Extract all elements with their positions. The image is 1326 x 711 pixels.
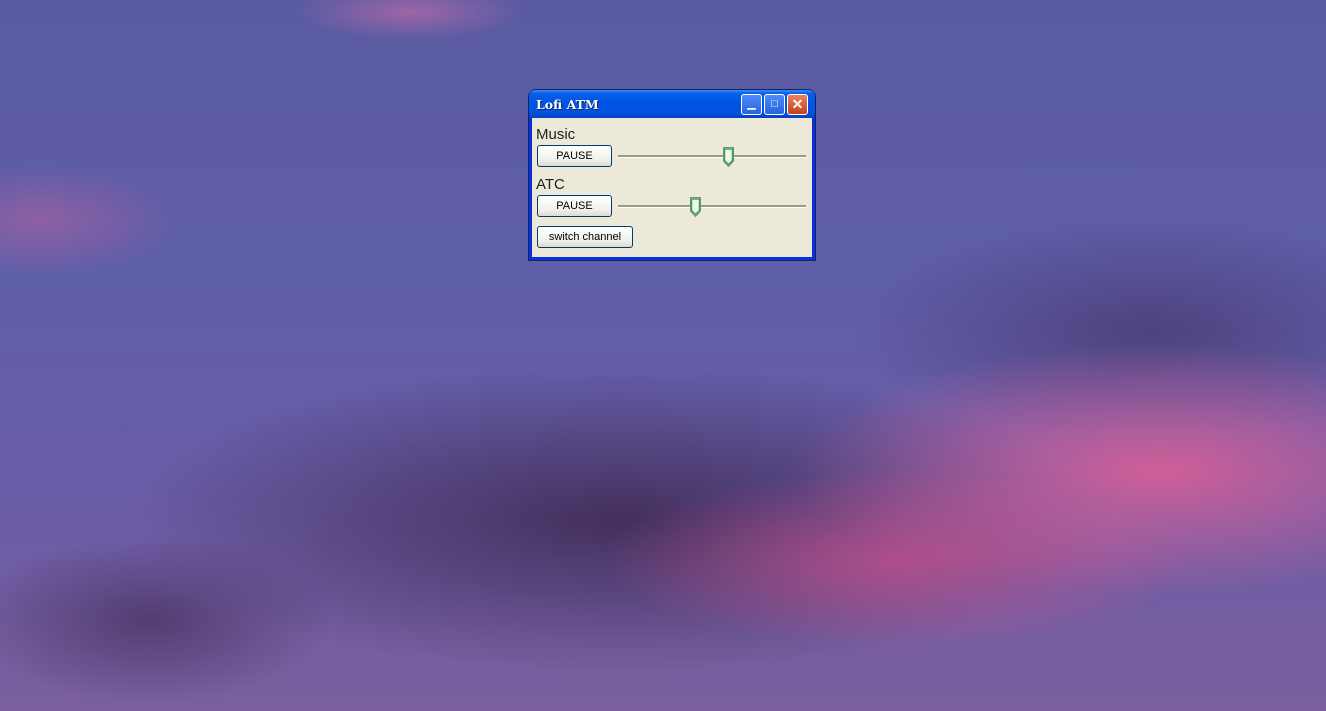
maximize-button[interactable]: □ [764,94,785,115]
maximize-icon: □ [771,98,778,110]
window-client-area: Music PAUSE ATC PAUSE switch channel [532,118,812,257]
lofi-atm-window: Lofi ATM ▁ □ ✕ Music PAUSE ATC PAUSE swi… [529,90,815,260]
music-pause-button[interactable]: PAUSE [537,145,612,167]
atc-label: ATC [536,176,565,193]
music-volume-slider-thumb[interactable] [723,147,735,168]
atc-pause-button[interactable]: PAUSE [537,195,612,217]
close-button[interactable]: ✕ [787,94,808,115]
close-icon: ✕ [791,96,804,112]
music-volume-track[interactable] [618,155,806,158]
switch-channel-button[interactable]: switch channel [537,226,633,248]
window-title: Lofi ATM [536,97,599,112]
atc-volume-track[interactable] [618,205,806,208]
atc-volume-slider-thumb[interactable] [689,197,701,218]
minimize-icon: ▁ [747,98,756,110]
music-label: Music [536,126,576,143]
minimize-button[interactable]: ▁ [741,94,762,115]
title-bar[interactable]: Lofi ATM ▁ □ ✕ [529,90,815,118]
